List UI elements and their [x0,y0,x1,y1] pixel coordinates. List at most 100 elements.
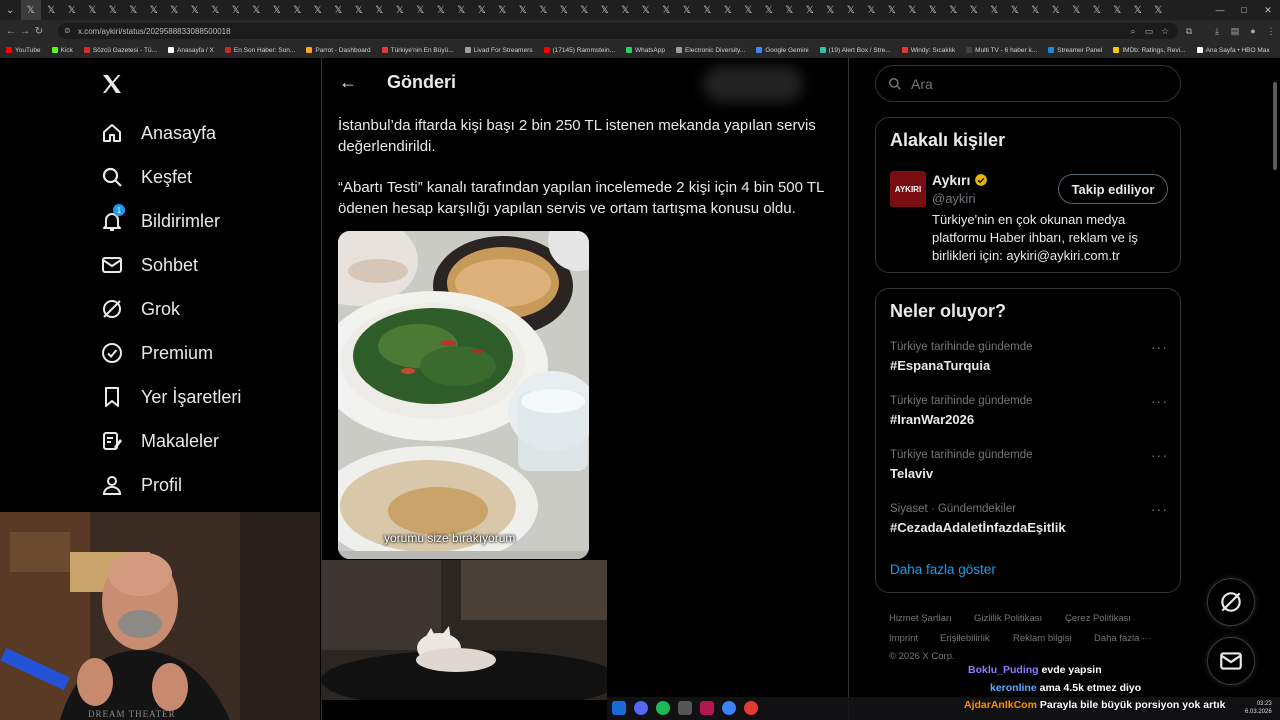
browser-tab[interactable]: 𝕏 [62,0,83,20]
bookmark-item[interactable]: Kick [51,47,73,54]
browser-tab[interactable]: 𝕏 [1046,0,1067,20]
spotify-icon[interactable] [656,701,670,715]
grok-fab-button[interactable] [1207,578,1255,626]
more-options-icon[interactable]: ··· [1151,447,1168,463]
nav-item-premium[interactable]: Premium [100,338,213,368]
browser-tab[interactable]: 𝕏 [1148,0,1169,20]
profile-avatar-icon[interactable]: ● [1246,24,1260,38]
browser-tab[interactable]: 𝕏 [759,0,780,20]
browser-tab[interactable]: 𝕏 [697,0,718,20]
browser-tab[interactable]: 𝕏 [308,0,329,20]
browser-tab[interactable]: 𝕏 [615,0,636,20]
browser-tab[interactable]: 𝕏 [390,0,411,20]
browser-tab[interactable]: 𝕏 [82,0,103,20]
search-input[interactable]: Ara [875,65,1181,102]
app-icon[interactable] [678,701,692,715]
browser-tab[interactable]: 𝕏 [267,0,288,20]
following-button[interactable]: Takip ediliyor [1058,174,1168,204]
download-icon[interactable]: ⤓ [1210,24,1224,38]
minimize-window-icon[interactable]: — [1210,0,1230,20]
browser-tab[interactable]: 𝕏 [369,0,390,20]
browser-tab[interactable]: 𝕏 [1066,0,1087,20]
browser-tab[interactable]: 𝕏 [144,0,165,20]
bookmark-item[interactable]: YouTube [6,47,41,54]
browser-tab[interactable]: 𝕏 [20,0,41,20]
browser-tab[interactable]: 𝕏 [205,0,226,20]
browser-tab[interactable]: 𝕏 [431,0,452,20]
browser-tab[interactable]: 𝕏 [800,0,821,20]
zoom-icon[interactable]: ⌕ [1126,24,1140,38]
footer-link[interactable]: Erişilebilirlik [940,633,990,644]
bookmark-item[interactable]: Parrot - Dashboard [306,47,371,54]
nav-item-home[interactable]: Anasayfa [100,118,216,148]
browser-tab[interactable]: 𝕏 [984,0,1005,20]
bookmark-item[interactable]: Türkiye'nin En Büyü... [381,47,454,54]
browser-tab[interactable]: 𝕏 [451,0,472,20]
app-icon[interactable] [722,701,736,715]
split-view-icon[interactable]: ▤ [1228,24,1242,38]
more-options-icon[interactable]: ··· [1151,393,1168,409]
browser-tab[interactable]: 𝕏 [923,0,944,20]
browser-tab[interactable]: 𝕏 [123,0,144,20]
address-bar[interactable]: ⊜ x.com/aykiri/status/202958883308850001… [58,23,1178,39]
more-options-icon[interactable]: ··· [1151,339,1168,355]
browser-menu-icon[interactable]: ⋮ [1264,24,1278,38]
nav-item-bookmark[interactable]: Yer İşaretleri [100,382,241,412]
browser-tab[interactable]: 𝕏 [718,0,739,20]
browser-tab[interactable]: 𝕏 [943,0,964,20]
browser-tab[interactable]: 𝕏 [185,0,206,20]
tab-search-icon[interactable]: ⌄ [0,0,21,20]
bookmark-item[interactable]: Electronic Diversity... [676,47,745,54]
account-name[interactable]: Aykırı [932,172,970,188]
browser-tab[interactable]: 𝕏 [1087,0,1108,20]
trend-name[interactable]: #CezadaAdaletİnfazdaEşitlik [890,520,1066,535]
browser-tab[interactable]: 𝕏 [595,0,616,20]
post-media-image[interactable]: yorumu size bırakıyorum [338,231,589,559]
back-arrow-icon[interactable]: ← [339,72,357,93]
account-handle[interactable]: @aykiri [932,191,976,206]
bookmark-item[interactable]: Multi TV - 6 haber k... [966,47,1037,54]
bookmark-item[interactable]: (19) Alert Box / Stre... [819,47,891,54]
bookmark-item[interactable]: Windy: Sıcaklık [901,47,955,54]
nav-item-grok[interactable]: Grok [100,294,180,324]
browser-tab[interactable]: 𝕏 [820,0,841,20]
trend-name[interactable]: #IranWar2026 [890,412,974,427]
reload-icon[interactable]: ↻ [32,23,46,39]
browser-tab[interactable]: 𝕏 [492,0,513,20]
footer-link[interactable]: Hizmet Şartları [889,613,952,624]
footer-link[interactable]: Daha fazla ··· [1094,633,1152,644]
avatar[interactable]: AYKIRI [890,171,926,207]
back-icon[interactable]: ← [4,23,18,39]
browser-tab[interactable]: 𝕏 [677,0,698,20]
footer-link[interactable]: Reklam bilgisi [1013,633,1072,644]
browser-tab[interactable]: 𝕏 [779,0,800,20]
nav-item-search[interactable]: Keşfet [100,162,192,192]
footer-link[interactable]: Çerez Politikası [1065,613,1131,624]
browser-tab[interactable]: 𝕏 [861,0,882,20]
more-options-icon[interactable]: ··· [1151,501,1168,517]
bookmark-item[interactable]: Ana Sayfa • HBO Max [1196,47,1270,54]
browser-tab[interactable]: 𝕏 [1025,0,1046,20]
next-app-icon[interactable] [700,701,714,715]
footer-link[interactable]: Gizlilik Politikası [974,613,1042,624]
cast-icon[interactable]: ▭ [1142,24,1156,38]
browser-tab[interactable]: 𝕏 [1128,0,1149,20]
bookmark-item[interactable]: Livad For Streamers [464,47,533,54]
site-info-icon[interactable]: ⊜ [64,26,71,35]
browser-tab[interactable]: 𝕏 [1107,0,1128,20]
extensions-icon[interactable]: ⧉ [1182,24,1196,38]
browser-tab[interactable]: 𝕏 [738,0,759,20]
bookmark-item[interactable]: Sözcü Gazetesi - Tü... [83,47,157,54]
nav-item-bell[interactable]: 1 Bildirimler [100,204,220,236]
nav-item-profile[interactable]: Profil [100,470,182,500]
steam-icon[interactable] [612,701,626,715]
browser-tab[interactable]: 𝕏 [656,0,677,20]
browser-tab[interactable]: 𝕏 [964,0,985,20]
browser-tab[interactable]: 𝕏 [1005,0,1026,20]
browser-tab[interactable]: 𝕏 [41,0,62,20]
browser-tab[interactable]: 𝕏 [349,0,370,20]
close-window-icon[interactable]: ✕ [1258,0,1278,20]
nav-item-mail[interactable]: Sohbet [100,250,198,280]
browser-tab[interactable]: 𝕏 [533,0,554,20]
browser-tab[interactable]: 𝕏 [574,0,595,20]
